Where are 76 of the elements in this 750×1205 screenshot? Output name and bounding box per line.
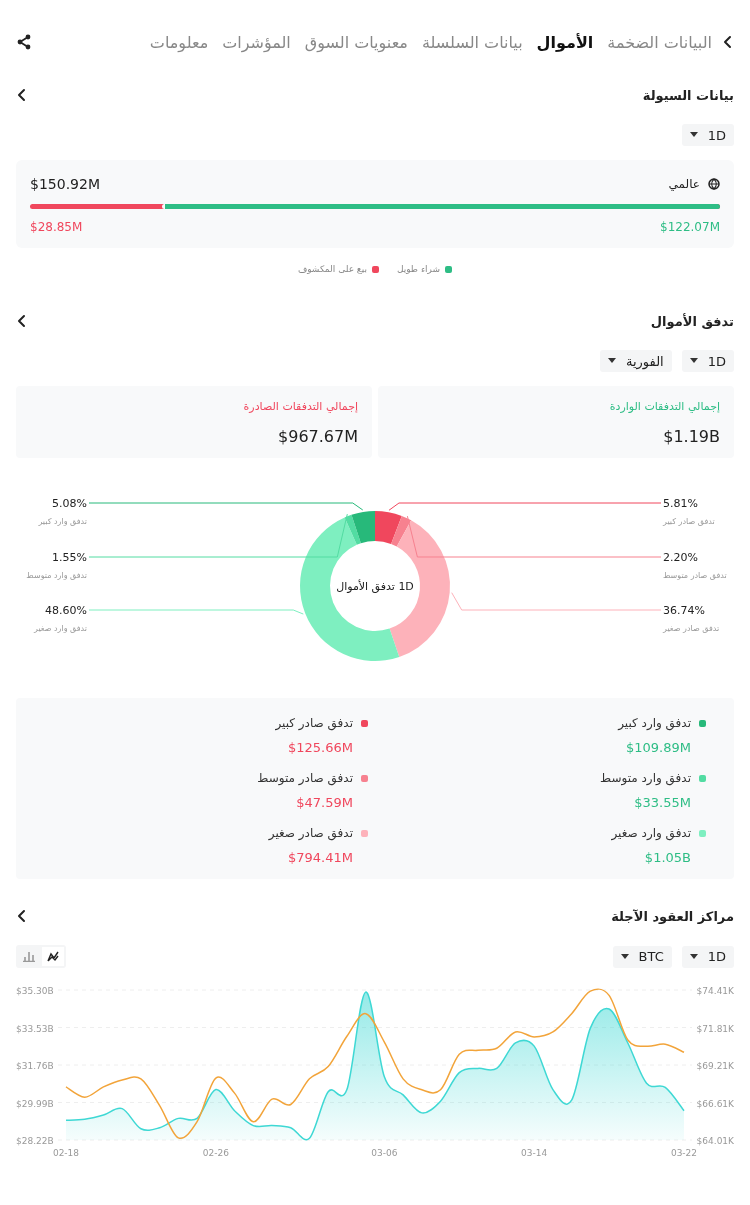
section-title: مراكز العقود الآجلة — [611, 908, 734, 924]
slice-label: تدفق وارد متوسط — [26, 571, 87, 580]
flow-amount: $125.66M — [288, 740, 353, 755]
dropdown[interactable]: BTC — [612, 945, 672, 968]
axis-label: 02-18 — [52, 1148, 80, 1158]
tab[interactable]: البيانات الضخمة — [607, 32, 712, 52]
flow-amount: $1.05B — [644, 850, 691, 865]
total-amount: $150.92M — [30, 176, 100, 192]
percent-label: 48.60% — [45, 604, 87, 617]
slice-label: تدفق وارد كبير — [38, 517, 87, 526]
total-label: إجمالي التدفقات الواردة — [609, 400, 720, 413]
percent-label: 36.74% — [663, 604, 705, 617]
slice-label: تدفق صادر متوسط — [663, 571, 727, 580]
flow-label: تدفق صادر كبير — [275, 716, 353, 730]
line-chart-icon[interactable] — [42, 947, 64, 966]
caret-icon — [608, 358, 616, 364]
percent-label: 2.20% — [663, 551, 698, 564]
flow-label: تدفق صادر متوسط — [257, 771, 353, 785]
total-amount: $967.67M — [278, 427, 358, 446]
dropdown[interactable]: الفورية — [600, 350, 672, 372]
tab[interactable]: الأموال — [536, 32, 594, 52]
globe-icon — [708, 178, 720, 190]
caret-icon — [689, 132, 698, 138]
dropdown[interactable]: 1D — [681, 124, 734, 146]
flow-amount: $33.55M — [634, 795, 691, 810]
axis-label: 03-06 — [371, 1148, 398, 1158]
legend-label: بيع على المكشوف — [297, 264, 367, 274]
scope-label: عالمي — [668, 177, 700, 191]
axis-label: $66.61K — [696, 1098, 734, 1109]
axis-label: $33.53B — [16, 1023, 54, 1034]
slice-label: تدفق وارد صغير — [34, 624, 87, 633]
axis-label: $29.99B — [16, 1098, 54, 1109]
slice-label: تدفق صادر صغير — [663, 624, 720, 633]
flow-amount: $109.89M — [626, 740, 691, 755]
long-amount: $122.07M — [660, 220, 720, 234]
axis-label: $64.01K — [696, 1136, 734, 1146]
axis-label: $35.30B — [16, 986, 54, 996]
flow-label: تدفق وارد صغير — [611, 826, 691, 840]
tab[interactable]: المؤشرات — [222, 32, 291, 52]
section-title: بيانات السيولة — [642, 87, 734, 103]
share-icon[interactable] — [16, 34, 32, 50]
axis-label: $74.41K — [696, 986, 734, 996]
axis-label: $31.76B — [16, 1061, 54, 1071]
flow-amount: $47.59M — [296, 795, 353, 810]
flow-label: تدفق وارد كبير — [618, 716, 691, 730]
back-icon[interactable] — [722, 35, 734, 49]
percent-label: 5.81% — [663, 497, 698, 510]
tab[interactable]: معلومات — [149, 32, 209, 52]
dropdown[interactable]: 1D — [681, 945, 734, 968]
caret-icon — [689, 358, 698, 364]
tab[interactable]: بيانات السلسلة — [421, 32, 523, 52]
percent-label: 1.55% — [52, 551, 87, 564]
flow-label: تدفق وارد متوسط — [600, 771, 691, 785]
caret-icon — [620, 953, 629, 960]
axis-label: $71.81K — [696, 1023, 734, 1034]
total-label: إجمالي التدفقات الصادرة — [243, 400, 358, 413]
tab[interactable]: معنويات السوق — [304, 32, 408, 52]
axis-label: 03-22 — [670, 1148, 698, 1158]
dropdown[interactable]: 1D — [681, 350, 734, 372]
axis-label: 03-14 — [521, 1148, 548, 1158]
axis-label: $28.22B — [16, 1136, 54, 1146]
chevron-left-icon[interactable] — [16, 314, 28, 328]
section-title: تدفق الأموال — [650, 313, 734, 329]
short-amount: $28.85M — [30, 220, 83, 234]
chevron-left-icon[interactable] — [16, 88, 28, 102]
slice-label: تدفق صادر كبير — [663, 517, 715, 526]
chevron-left-icon[interactable] — [16, 909, 28, 923]
flow-amount: $794.41M — [288, 850, 353, 865]
legend-label: شراء طويل — [396, 264, 441, 274]
axis-label: 02-26 — [202, 1148, 229, 1158]
percent-label: 5.08% — [52, 497, 87, 510]
chart-title: 1D تدفق الأموال — [336, 580, 414, 593]
caret-icon — [689, 953, 698, 960]
flow-label: تدفق صادر صغير — [268, 826, 353, 840]
total-amount: $1.19B — [663, 427, 720, 446]
axis-label: $69.21K — [696, 1061, 734, 1071]
